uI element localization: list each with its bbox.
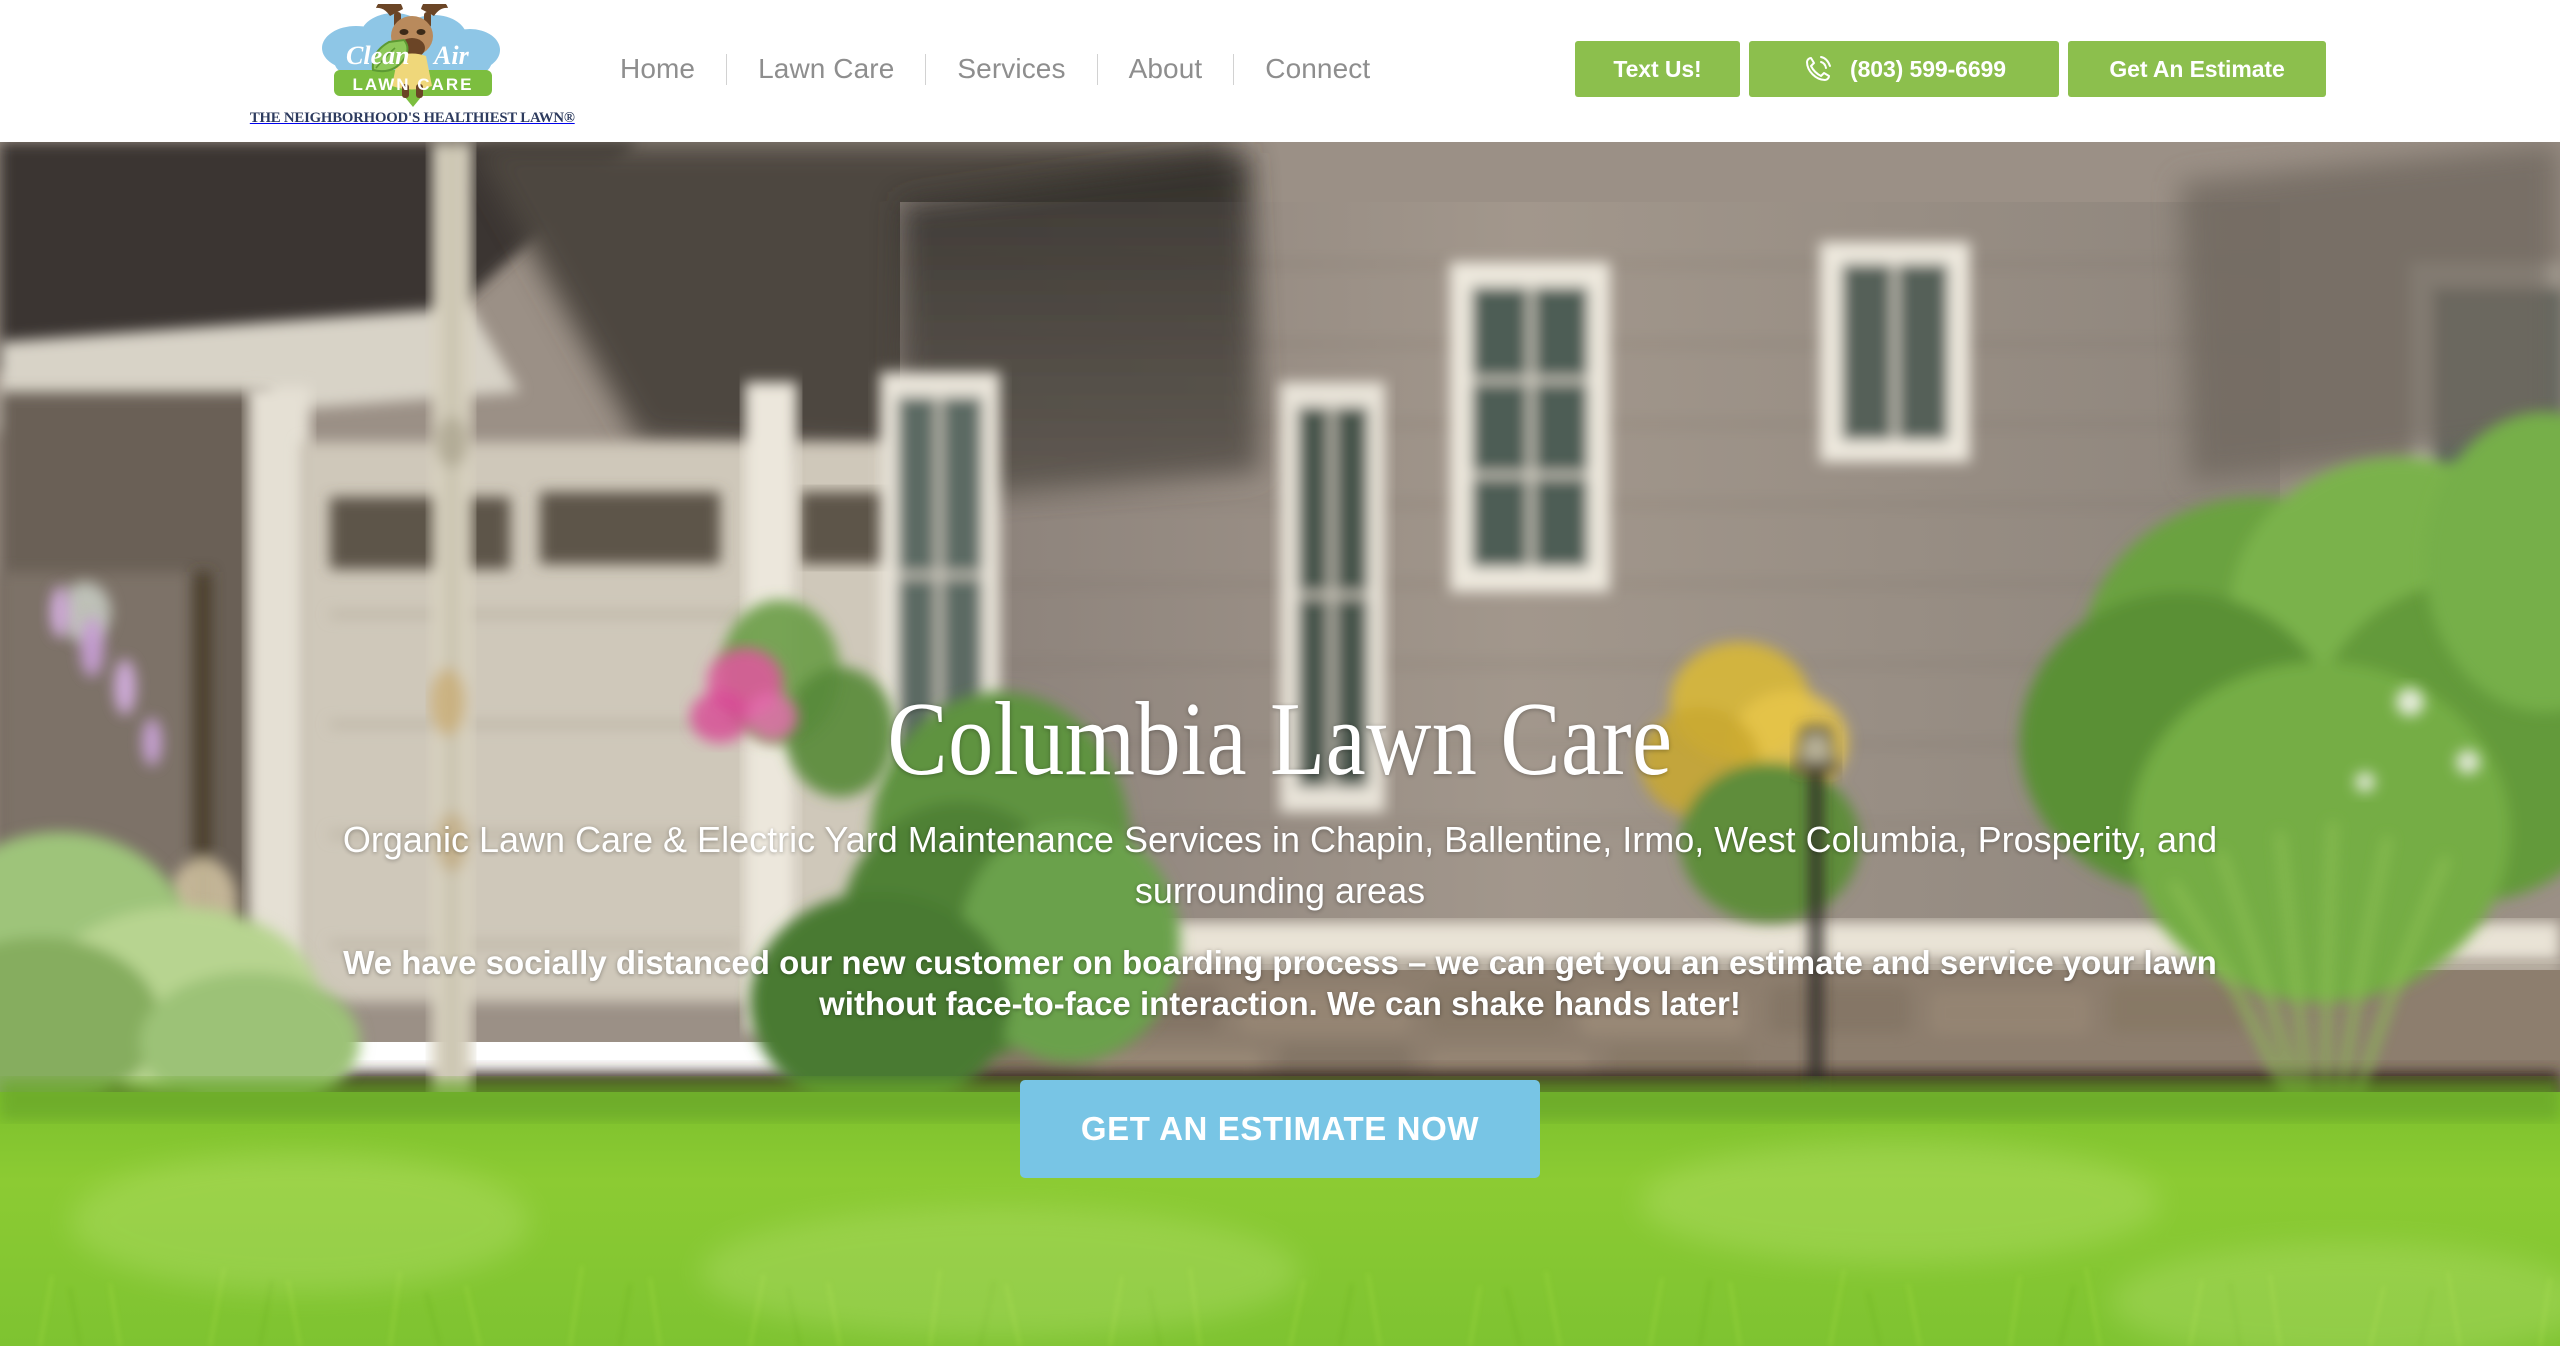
get-an-estimate-button[interactable]: Get An Estimate [2068,41,2326,97]
nav-item-lawn-care[interactable]: Lawn Care [758,47,894,91]
hero-covid-notice: We have socially distanced our new custo… [343,944,2217,1023]
nav-item-connect[interactable]: Connect [1265,47,1370,91]
nav-divider [726,53,728,85]
nav-item-about[interactable]: About [1129,47,1203,91]
nav-divider [925,53,927,85]
hero-section: Columbia Lawn Care Organic Lawn Care & E… [0,142,2560,1346]
phone-icon [1802,53,1834,85]
logo-banner-lawn-care: LAWN CARE [353,75,474,94]
nav-item-home[interactable]: Home [620,47,695,91]
nav-item-services[interactable]: Services [957,47,1065,91]
logo-brand-clean: Clean [346,41,410,70]
clean-air-lawn-care-logo-icon: Clean Air LAWN CARE [294,4,530,112]
text-us-button[interactable]: Text Us! [1575,41,1740,97]
phone-number-label: (803) 599-6699 [1850,55,2006,82]
logo-brand-air: Air [432,41,470,70]
logo-tagline: THE NEIGHBORHOOD'S HEALTHIEST LAWN® [249,110,575,126]
hero-subtitle: Organic Lawn Care & Electric Yard Mainte… [342,819,2218,912]
main-navigation: Home Lawn Care Services About Connect [620,47,1370,91]
phone-number-button[interactable]: (803) 599-6699 [1749,41,2059,97]
nav-divider [1233,53,1235,85]
get-an-estimate-now-button[interactable]: GET AN ESTIMATE NOW [1020,1080,1540,1178]
site-logo[interactable]: Clean Air LAWN CARE THE NEIGHBORHOOD'S H… [250,0,575,142]
hero-content: Columbia Lawn Care Organic Lawn Care & E… [0,142,2560,1346]
hero-cta-container: GET AN ESTIMATE NOW [0,1080,2560,1178]
page-title: Columbia Lawn Care [887,680,1673,797]
site-header: Clean Air LAWN CARE THE NEIGHBORHOOD'S H… [0,0,2560,142]
nav-divider [1096,53,1098,85]
header-actions: Text Us! (803) 599-6699 Get An Estimate [1575,41,2326,97]
